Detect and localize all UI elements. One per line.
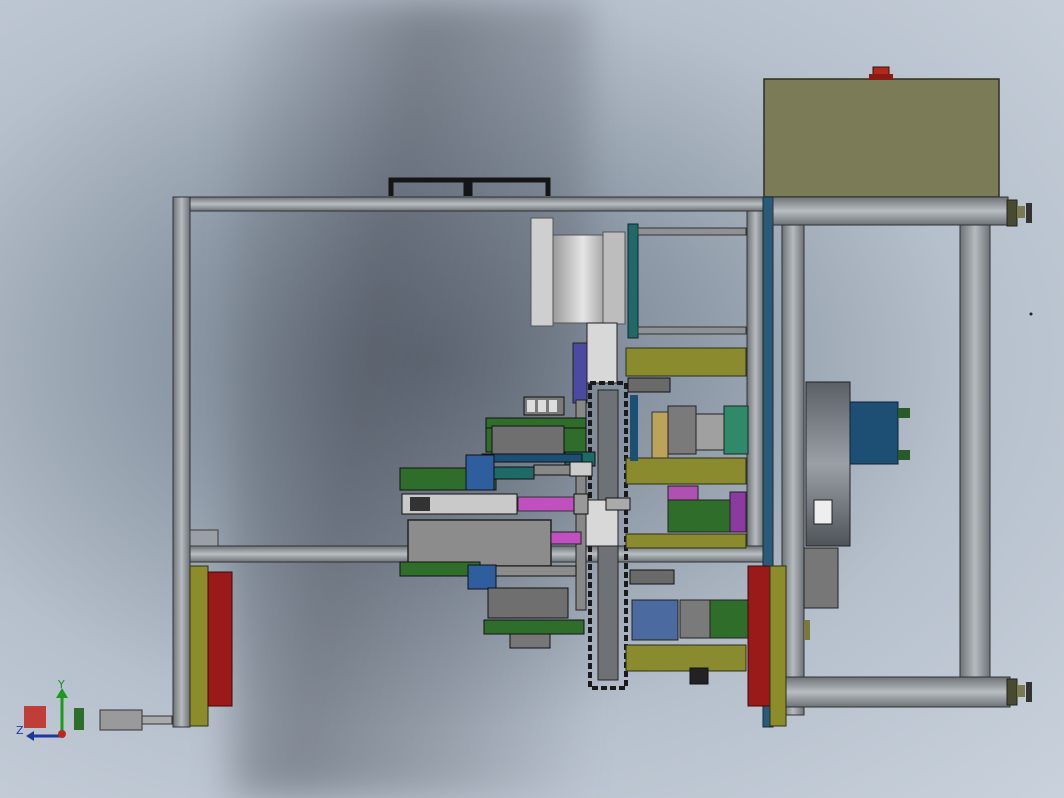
triad-y-label: Y: [57, 678, 65, 691]
model-viewport[interactable]: [0, 0, 1064, 798]
bottom-cylinder: [99, 709, 173, 731]
rotary-station-upper[interactable]: [627, 377, 749, 461]
spool-assembly[interactable]: [530, 217, 747, 339]
top-handle-right: [467, 177, 551, 196]
left-side-plates: [189, 565, 233, 727]
marker-dot: [1029, 312, 1033, 316]
right-side-plates: [747, 565, 787, 727]
triad-x-axis: [24, 706, 46, 728]
rotary-station-middle[interactable]: [667, 485, 747, 533]
triad-z-label: Z: [16, 724, 24, 737]
triad-x-tail: [74, 708, 84, 730]
triad-z-axis: [26, 731, 60, 741]
motor[interactable]: [803, 381, 910, 640]
top-handle-left: [388, 177, 469, 196]
triad-origin: [58, 730, 66, 738]
orientation-triad[interactable]: Y Z: [14, 676, 84, 746]
triad-y-axis: [56, 688, 68, 734]
control-cabinet[interactable]: [763, 66, 1000, 198]
